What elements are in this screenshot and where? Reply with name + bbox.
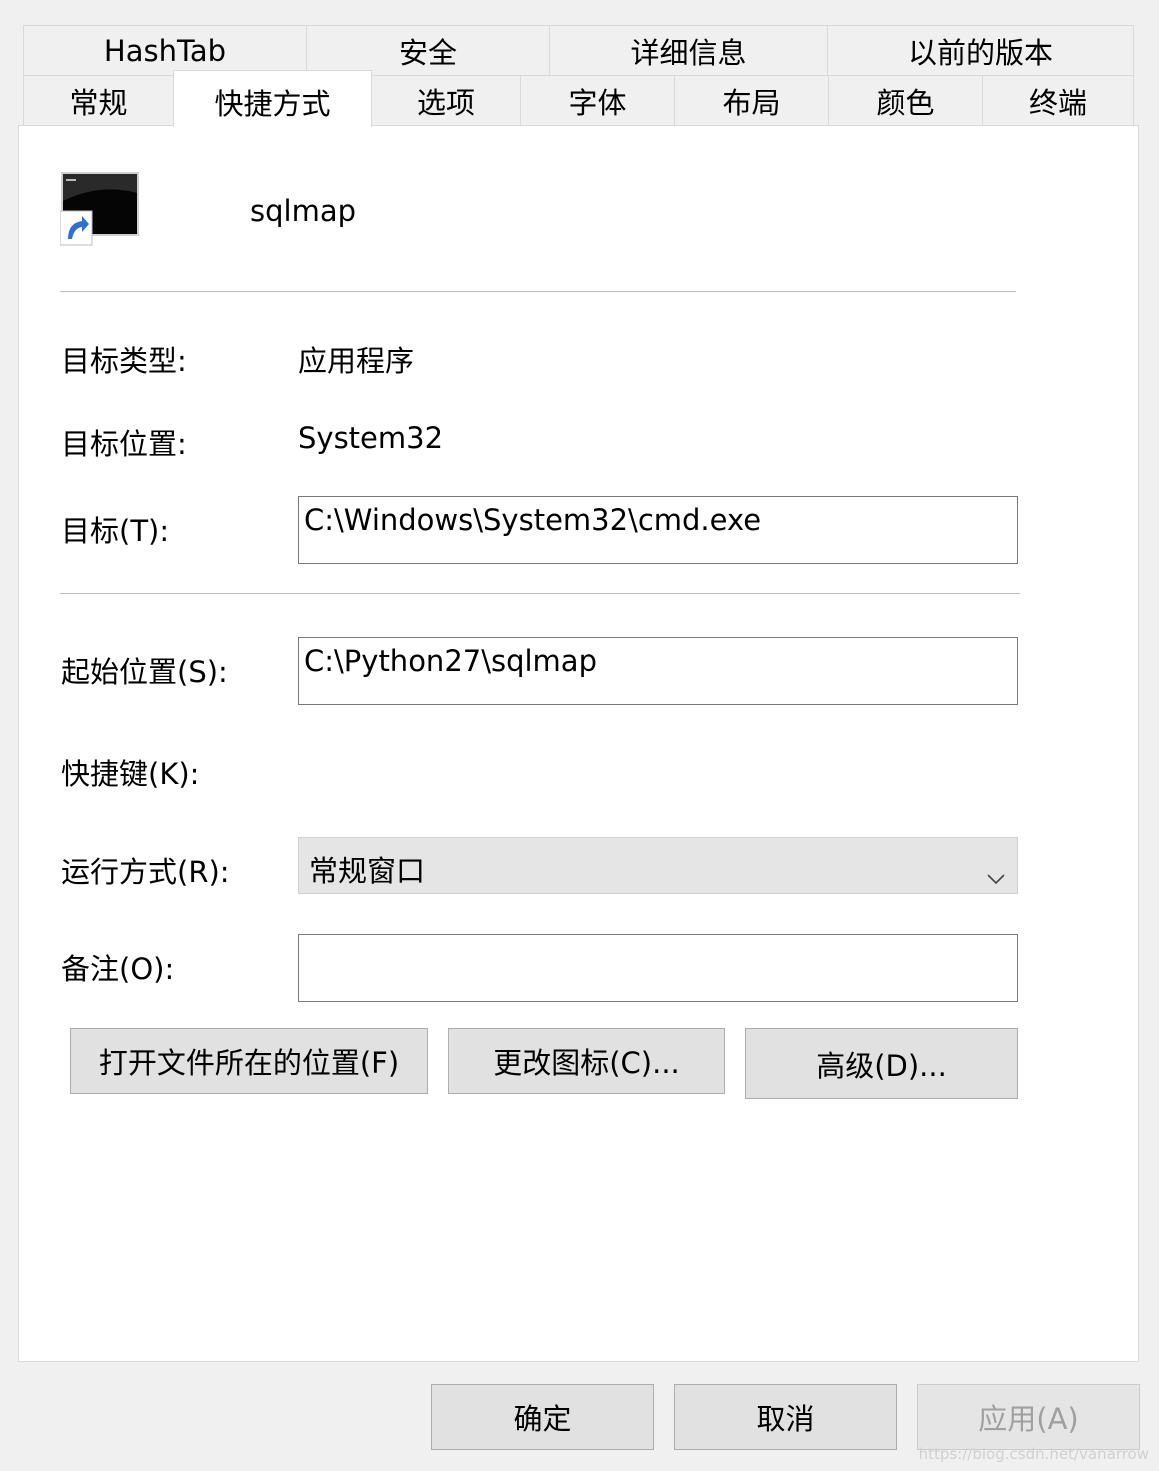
tab-security[interactable]: 安全: [306, 25, 550, 76]
run-select[interactable]: 常规窗口: [298, 837, 1018, 894]
cmd-shortcut-icon: [59, 171, 140, 247]
tab-label: 布局: [722, 85, 781, 120]
tab-label: HashTab: [103, 33, 227, 68]
tab-layout[interactable]: 布局: [674, 75, 829, 126]
comment-label: 备注(O):: [61, 952, 175, 986]
tab-hashtab[interactable]: HashTab: [23, 25, 307, 76]
tab-terminal[interactable]: 终端: [982, 75, 1134, 126]
tab-font[interactable]: 字体: [520, 75, 675, 126]
button-label: 应用(A): [978, 1402, 1079, 1436]
apply-button[interactable]: 应用(A): [917, 1384, 1140, 1450]
tab-label: 选项: [416, 85, 475, 120]
advanced-button[interactable]: 高级(D)...: [745, 1028, 1018, 1099]
tab-label: 常规: [69, 85, 128, 120]
ok-button[interactable]: 确定: [431, 1384, 654, 1450]
target-label: 目标(T):: [61, 514, 170, 548]
tab-label: 以前的版本: [907, 35, 1053, 70]
chevron-down-icon: [987, 858, 1005, 892]
start-in-label: 起始位置(S):: [61, 655, 228, 689]
target-type-label: 目标类型:: [61, 344, 187, 378]
tab-shortcut[interactable]: 快捷方式: [173, 70, 372, 127]
target-location-label: 目标位置:: [61, 427, 187, 461]
tab-label: 快捷方式: [214, 87, 331, 121]
tab-label: 字体: [568, 85, 627, 120]
change-icon-button[interactable]: 更改图标(C)...: [448, 1028, 725, 1094]
divider: [60, 593, 1020, 594]
shortcut-properties-panel: sqlmap 目标类型: 应用程序 目标位置: System32 目标(T): …: [18, 125, 1139, 1362]
tab-label: 颜色: [876, 85, 935, 120]
button-label: 更改图标(C)...: [493, 1046, 680, 1080]
tab-details[interactable]: 详细信息: [549, 25, 828, 76]
hotkey-label: 快捷键(K):: [61, 757, 200, 791]
cancel-button[interactable]: 取消: [674, 1384, 897, 1450]
tab-general[interactable]: 常规: [23, 75, 174, 126]
start-in-input[interactable]: C:\Python27\sqlmap: [298, 637, 1018, 705]
tab-options[interactable]: 选项: [371, 75, 521, 126]
tab-label: 终端: [1028, 85, 1087, 120]
run-select-value: 常规窗口: [309, 854, 426, 888]
button-label: 打开文件所在的位置(F): [98, 1046, 400, 1080]
target-type-value: 应用程序: [298, 344, 415, 378]
target-location-value: System32: [298, 421, 444, 455]
open-file-location-button[interactable]: 打开文件所在的位置(F): [70, 1028, 428, 1094]
tab-label: 安全: [398, 35, 457, 70]
tab-colors[interactable]: 颜色: [828, 75, 983, 126]
tab-label: 详细信息: [630, 35, 747, 70]
watermark: https://blog.csdn.net/vanarrow: [918, 1445, 1149, 1463]
button-label: 取消: [756, 1402, 815, 1436]
button-label: 确定: [513, 1402, 572, 1436]
button-label: 高级(D)...: [816, 1048, 947, 1083]
tab-previous-versions[interactable]: 以前的版本: [827, 25, 1134, 76]
shortcut-name: sqlmap: [250, 194, 357, 228]
target-input[interactable]: C:\Windows\System32\cmd.exe: [298, 496, 1018, 564]
comment-input[interactable]: [298, 934, 1018, 1002]
run-label: 运行方式(R):: [61, 855, 230, 889]
divider: [60, 291, 1016, 292]
